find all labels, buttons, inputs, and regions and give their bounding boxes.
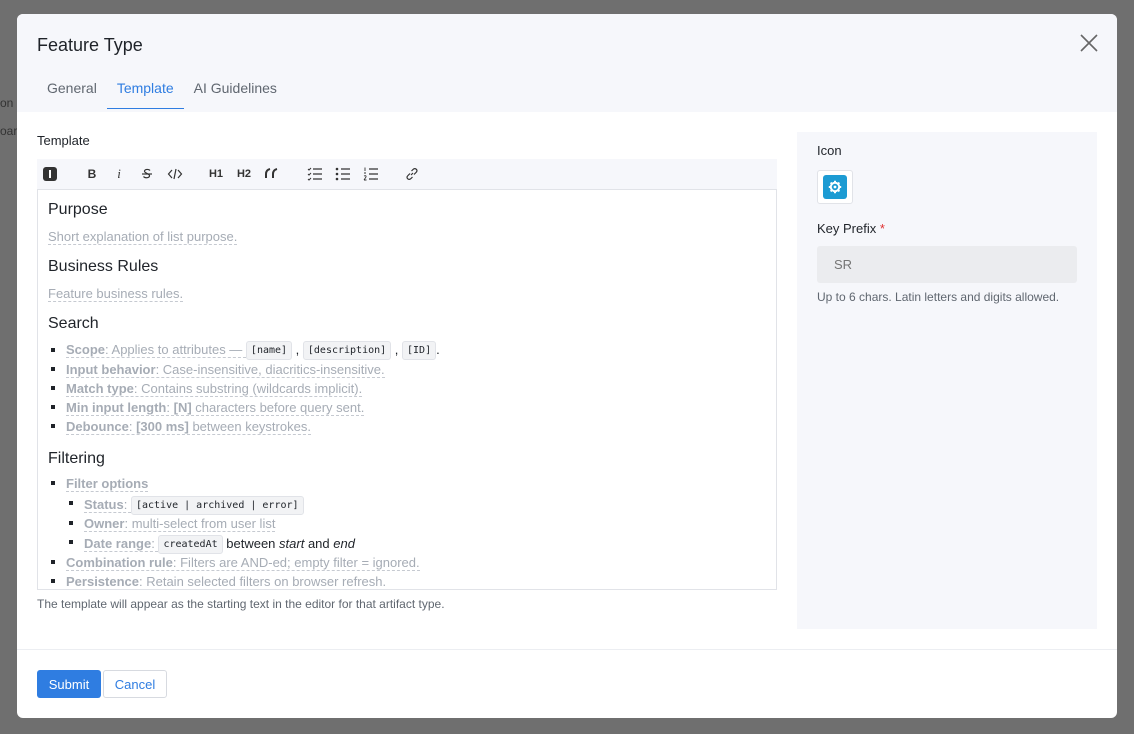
bullet — [51, 405, 55, 409]
list-item: Date range: createdAt between start and … — [84, 535, 355, 554]
quote-icon[interactable] — [265, 165, 279, 183]
heading2-icon[interactable]: H2 — [236, 165, 252, 183]
bullet-list-icon[interactable] — [335, 165, 351, 183]
key-prefix-input[interactable] — [817, 246, 1077, 283]
dialog-header: Feature Type General Template AI Guideli… — [17, 14, 1117, 112]
bullet — [69, 501, 73, 505]
gear-icon — [823, 175, 847, 199]
side-panel: Icon Key Prefix * Up to 6 chars. Latin l… — [797, 132, 1097, 629]
required-mark: * — [879, 221, 885, 236]
italic-icon[interactable]: i — [113, 165, 125, 183]
numbered-list-icon[interactable] — [363, 165, 379, 183]
list-item: Debounce: [300 ms] between keystrokes. — [66, 419, 311, 435]
list-item: Filter options — [66, 476, 149, 492]
list-item: Input behavior: Case-insensitive, diacri… — [66, 362, 385, 378]
code-icon[interactable] — [167, 165, 183, 183]
bullet — [51, 386, 55, 390]
list-item: Min input length: [N] characters before … — [66, 400, 365, 416]
bold-icon[interactable]: B — [85, 165, 99, 183]
icon-label: Icon — [817, 143, 842, 158]
template-editor[interactable]: Purpose Short explanation of list purpos… — [37, 189, 777, 590]
bullet — [69, 540, 73, 544]
link-icon[interactable] — [405, 165, 419, 183]
bullet — [51, 560, 55, 564]
heading-purpose: Purpose — [48, 201, 108, 218]
checklist-icon[interactable] — [307, 165, 323, 183]
list-item: Scope: Applies to attributes — [name] , … — [66, 341, 440, 360]
heading-search: Search — [48, 315, 99, 332]
tab-ai-guidelines[interactable]: AI Guidelines — [184, 78, 287, 109]
close-icon[interactable] — [1077, 31, 1101, 55]
feature-type-dialog: Feature Type General Template AI Guideli… — [17, 14, 1117, 718]
list-item: Owner: multi-select from user list — [84, 516, 276, 532]
heading-filtering: Filtering — [48, 450, 105, 467]
cancel-button[interactable]: Cancel — [103, 670, 167, 698]
template-label: Template — [37, 133, 90, 148]
list-item: Status: [active | archived | error] — [84, 496, 304, 515]
list-item: Match type: Contains substring (wildcard… — [66, 381, 363, 397]
editor-toolbar: B i H1 H2 — [37, 159, 777, 189]
bullet — [51, 579, 55, 583]
tab-template[interactable]: Template — [106, 78, 184, 109]
strikethrough-icon[interactable] — [140, 165, 154, 183]
key-prefix-help: Up to 6 chars. Latin letters and digits … — [817, 290, 1060, 304]
dialog-title: Feature Type — [37, 35, 143, 55]
info-icon[interactable] — [43, 165, 57, 183]
template-help-text: The template will appear as the starting… — [37, 597, 445, 611]
business-rules-placeholder: Feature business rules. — [48, 286, 184, 302]
footer-divider — [17, 649, 1117, 650]
heading1-icon[interactable]: H1 — [208, 165, 224, 183]
tab-general[interactable]: General — [37, 78, 107, 109]
submit-button[interactable]: Submit — [37, 670, 101, 698]
tab-bar: General Template AI Guidelines — [37, 78, 287, 109]
bullet — [51, 424, 55, 428]
list-item: Persistence: Retain selected filters on … — [66, 574, 387, 589]
list-item: Combination rule: Filters are AND-ed; em… — [66, 555, 420, 571]
bullet — [51, 481, 55, 485]
background-text: oar — [0, 124, 18, 138]
heading-business-rules: Business Rules — [48, 258, 159, 275]
purpose-placeholder: Short explanation of list purpose. — [48, 229, 238, 245]
bullet — [51, 367, 55, 371]
bullet — [69, 521, 73, 525]
bullet — [51, 348, 55, 352]
key-prefix-label: Key Prefix * — [817, 221, 885, 236]
background-text: on — [0, 96, 14, 110]
icon-picker[interactable] — [817, 170, 853, 204]
